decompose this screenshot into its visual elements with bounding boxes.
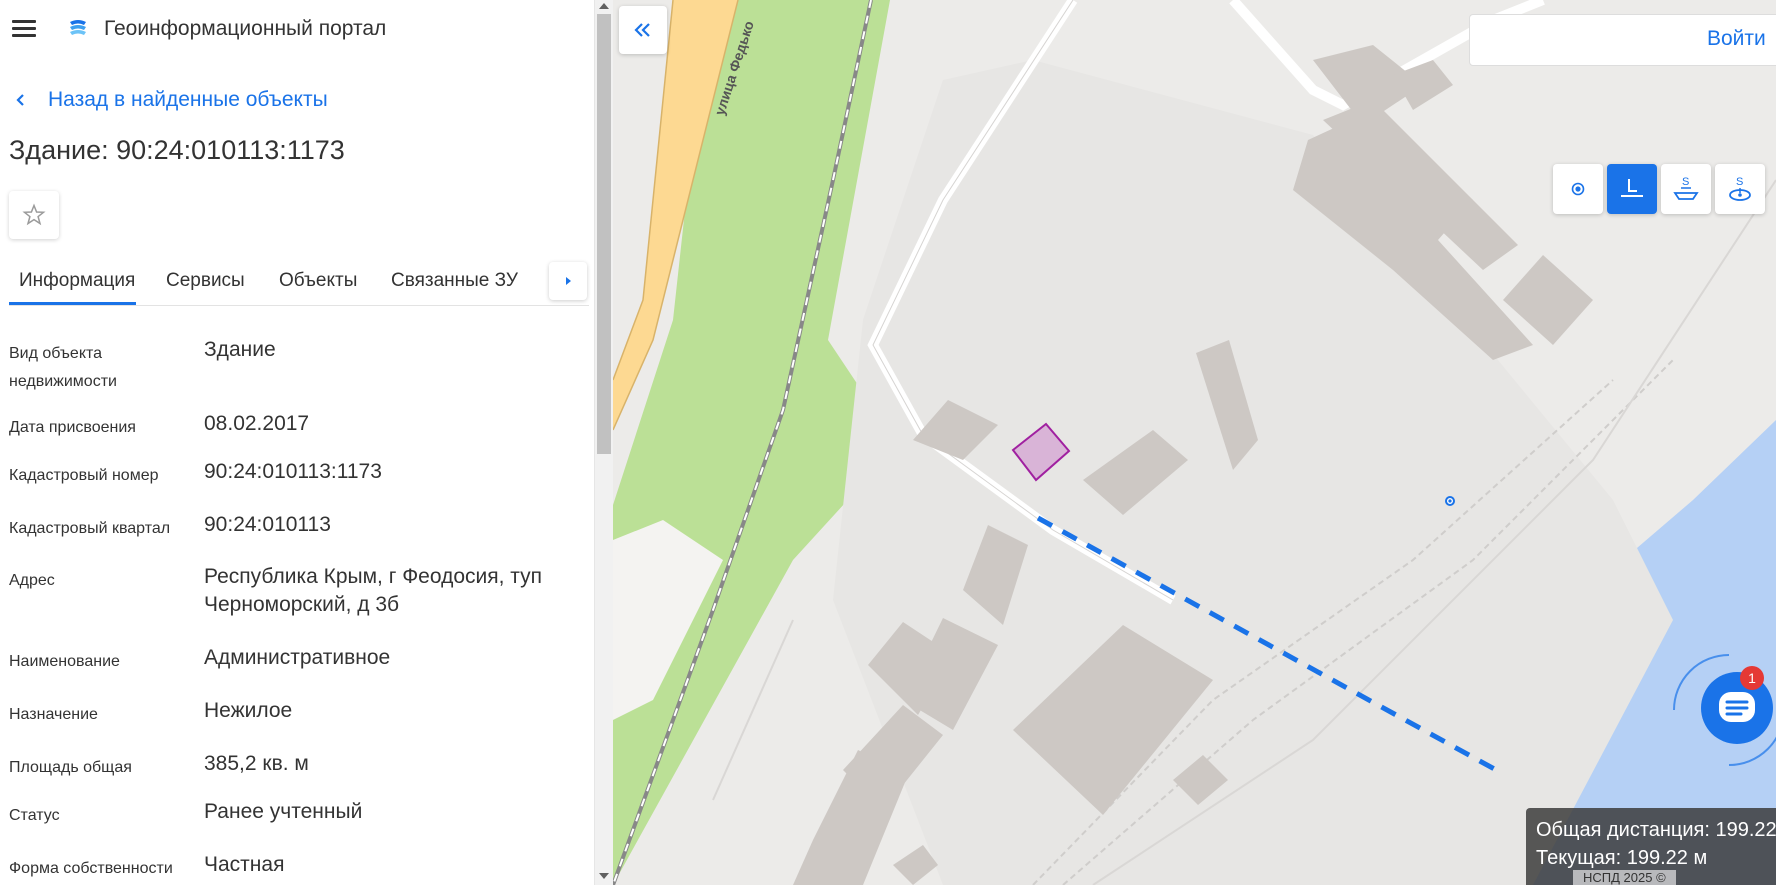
map-canvas[interactable] bbox=[613, 0, 1776, 885]
info-label: Наименование bbox=[9, 653, 120, 670]
scroll-up-arrow[interactable] bbox=[599, 3, 609, 9]
total-distance: Общая дистанция: 199.22 м bbox=[1536, 819, 1776, 841]
back-link-label: Назад в найденные объекты bbox=[48, 88, 328, 111]
object-title: Здание: 90:24:010113:1173 bbox=[9, 135, 345, 165]
info-value: 90:24:010113 bbox=[204, 513, 331, 536]
svg-text:S: S bbox=[1736, 176, 1743, 188]
info-label: Адрес bbox=[9, 572, 55, 589]
info-value: Республика Крым, г Феодосия, туп Черномо… bbox=[204, 565, 542, 616]
chat-widget-button[interactable] bbox=[1669, 650, 1776, 770]
collapse-panel-button[interactable] bbox=[619, 6, 667, 54]
layers-logo-icon bbox=[70, 20, 86, 35]
info-value: Частная bbox=[204, 853, 285, 876]
info-value: Здание bbox=[204, 338, 276, 361]
info-label: Назначение bbox=[9, 706, 98, 723]
info-label: Вид объекта недвижимости bbox=[9, 345, 117, 390]
circle-area-tool-icon: S bbox=[1729, 176, 1751, 201]
chat-icon bbox=[1673, 654, 1776, 766]
info-value: Нежилое bbox=[204, 699, 293, 722]
point-tool-icon bbox=[1571, 182, 1585, 196]
login-button[interactable]: Войти bbox=[1707, 27, 1766, 51]
tab-objects[interactable]: Объекты bbox=[279, 270, 357, 292]
info-value: Ранее учтенный bbox=[204, 800, 363, 823]
chevron-left-icon bbox=[16, 94, 24, 106]
caret-right-icon bbox=[566, 277, 571, 285]
object-info-panel: Геоинформационный портал Назад в найденн… bbox=[0, 0, 595, 885]
area-tool-icon: S bbox=[1673, 176, 1699, 200]
tab-related-parcels[interactable]: Связанные ЗУ bbox=[391, 270, 518, 292]
tab-information[interactable]: Информация bbox=[19, 270, 135, 292]
point-tool-button[interactable] bbox=[1553, 164, 1603, 214]
circle-area-tool-button[interactable]: S bbox=[1715, 164, 1765, 214]
star-icon bbox=[22, 203, 46, 226]
info-label: Дата присвоения bbox=[9, 419, 136, 436]
double-chevron-left-icon bbox=[634, 23, 650, 37]
svg-text:S: S bbox=[1682, 176, 1689, 188]
map-view[interactable]: улица Федько Войти S S 1 Общая дистанция… bbox=[613, 0, 1776, 885]
info-value: 385,2 кв. м bbox=[204, 752, 309, 775]
current-distance: Текущая: 199.22 м bbox=[1536, 847, 1708, 869]
info-value: 90:24:010113:1173 bbox=[204, 460, 382, 483]
scroll-down-arrow[interactable] bbox=[599, 873, 609, 879]
info-value: Административное bbox=[204, 646, 391, 669]
info-label: Статус bbox=[9, 807, 60, 824]
info-value: 08.02.2017 bbox=[204, 412, 310, 435]
sidebar-scrollbar[interactable] bbox=[595, 0, 613, 885]
area-tool-button[interactable]: S bbox=[1661, 164, 1711, 214]
info-label: Кадастровый номер bbox=[9, 467, 159, 484]
back-to-results-link[interactable]: Назад в найденные объекты bbox=[14, 86, 328, 114]
tab-services[interactable]: Сервисы bbox=[166, 270, 245, 292]
app-title: Геоинформационный портал bbox=[104, 17, 387, 40]
active-tab-indicator bbox=[9, 302, 136, 305]
tab-bar: Информация Сервисы Объекты Связанные ЗУ … bbox=[9, 262, 594, 306]
info-label: Форма собственности bbox=[9, 860, 173, 877]
info-label: Кадастровый квартал bbox=[9, 520, 171, 537]
top-bar: Геоинформационный портал bbox=[0, 0, 594, 60]
scroll-thumb[interactable] bbox=[597, 14, 611, 454]
hamburger-icon[interactable] bbox=[12, 20, 36, 38]
info-label: Площадь общая bbox=[9, 759, 132, 776]
favorite-button[interactable] bbox=[9, 191, 59, 239]
tabs-scroll-right-button[interactable] bbox=[549, 262, 587, 300]
chat-notification-badge: 1 bbox=[1740, 666, 1764, 690]
distance-tool-button[interactable] bbox=[1607, 164, 1657, 214]
map-copyright: НСПД 2025 © bbox=[1573, 870, 1676, 885]
login-panel: Войти bbox=[1469, 14, 1776, 66]
distance-tool-icon bbox=[1621, 179, 1643, 197]
